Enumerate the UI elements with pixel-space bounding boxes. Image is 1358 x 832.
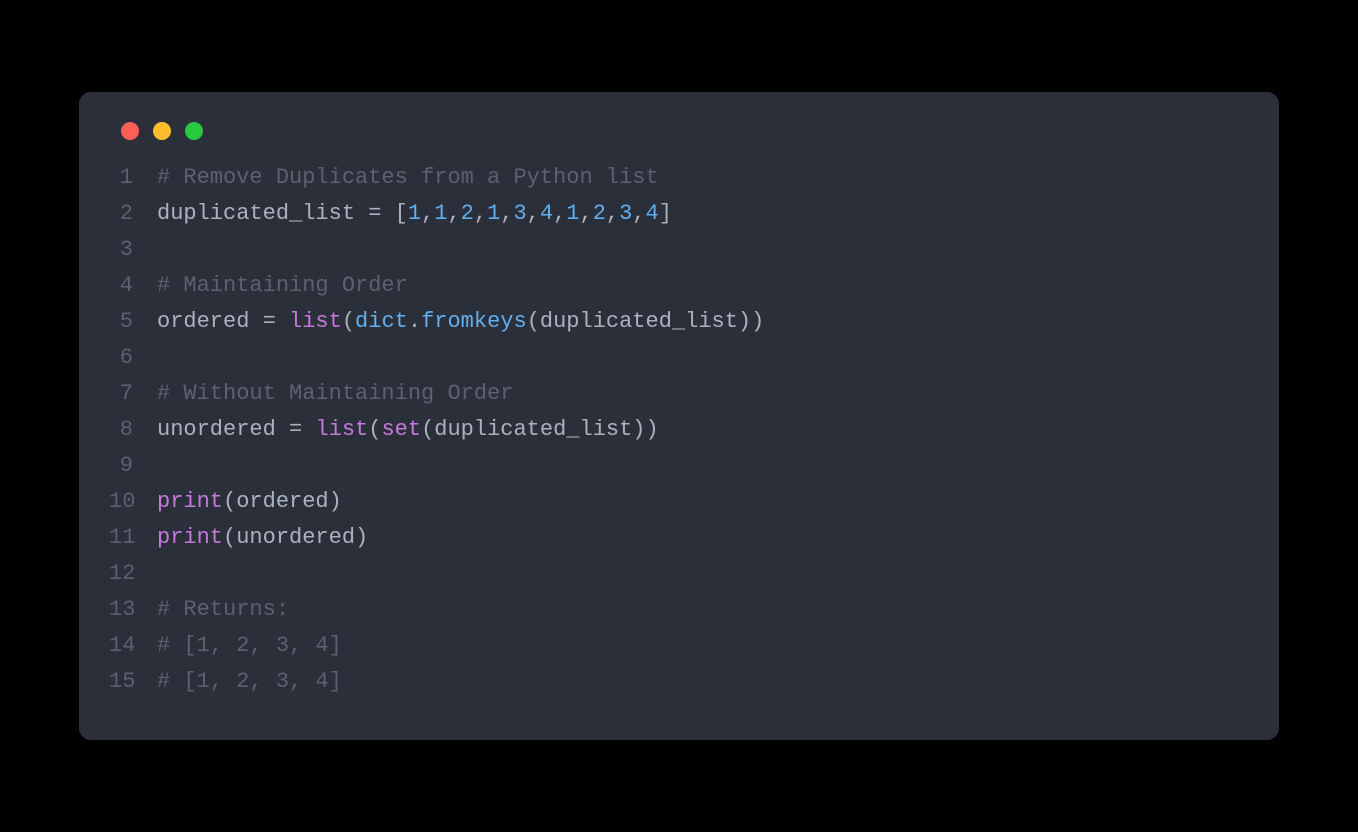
token-number: 1 bbox=[487, 201, 500, 226]
code-content[interactable]: print(ordered) bbox=[157, 484, 342, 520]
token-punct: , bbox=[421, 201, 434, 226]
code-content[interactable]: duplicated_list = [1,1,2,1,3,4,1,2,3,4] bbox=[157, 196, 672, 232]
code-line[interactable]: 9 bbox=[109, 448, 1249, 484]
line-number: 2 bbox=[109, 196, 157, 232]
code-line[interactable]: 2duplicated_list = [1,1,2,1,3,4,1,2,3,4] bbox=[109, 196, 1249, 232]
token-punct: (ordered) bbox=[223, 489, 342, 514]
token-punct: , bbox=[500, 201, 513, 226]
code-line[interactable]: 6 bbox=[109, 340, 1249, 376]
code-line[interactable]: 13# Returns: bbox=[109, 592, 1249, 628]
token-keyword: print bbox=[157, 525, 223, 550]
maximize-icon[interactable] bbox=[185, 122, 203, 140]
token-identifier: duplicated_list bbox=[157, 201, 368, 226]
token-punct: ( bbox=[368, 417, 381, 442]
token-punct: (unordered) bbox=[223, 525, 368, 550]
token-punct: , bbox=[553, 201, 566, 226]
token-punct: , bbox=[579, 201, 592, 226]
line-number: 11 bbox=[109, 520, 157, 556]
token-builtin: dict bbox=[355, 309, 408, 334]
code-content[interactable]: unordered = list(set(duplicated_list)) bbox=[157, 412, 659, 448]
code-line[interactable]: 10print(ordered) bbox=[109, 484, 1249, 520]
token-operator: = bbox=[289, 417, 315, 442]
code-content[interactable]: # Returns: bbox=[157, 592, 289, 628]
line-number: 13 bbox=[109, 592, 157, 628]
token-keyword: print bbox=[157, 489, 223, 514]
code-line[interactable]: 12 bbox=[109, 556, 1249, 592]
token-punct: ] bbox=[659, 201, 672, 226]
token-keyword: list bbox=[315, 417, 368, 442]
token-keyword: list bbox=[289, 309, 342, 334]
token-punct: , bbox=[527, 201, 540, 226]
line-number: 10 bbox=[109, 484, 157, 520]
token-keyword: set bbox=[381, 417, 421, 442]
token-identifier: unordered bbox=[157, 417, 289, 442]
line-number: 4 bbox=[109, 268, 157, 304]
token-punct: , bbox=[632, 201, 645, 226]
code-content[interactable]: print(unordered) bbox=[157, 520, 368, 556]
line-number: 1 bbox=[109, 160, 157, 196]
token-punct: , bbox=[474, 201, 487, 226]
code-content[interactable]: ordered = list(dict.fromkeys(duplicated_… bbox=[157, 304, 764, 340]
line-number: 7 bbox=[109, 376, 157, 412]
token-comment: # [1, 2, 3, 4] bbox=[157, 633, 342, 658]
line-number: 14 bbox=[109, 628, 157, 664]
token-punct: , bbox=[606, 201, 619, 226]
token-number: 2 bbox=[593, 201, 606, 226]
code-line[interactable]: 5ordered = list(dict.fromkeys(duplicated… bbox=[109, 304, 1249, 340]
code-editor[interactable]: 1# Remove Duplicates from a Python list2… bbox=[79, 160, 1279, 700]
token-punct: , bbox=[447, 201, 460, 226]
token-punct: ( bbox=[342, 309, 355, 334]
token-comment: # Maintaining Order bbox=[157, 273, 408, 298]
code-content[interactable]: # [1, 2, 3, 4] bbox=[157, 664, 342, 700]
token-number: 4 bbox=[540, 201, 553, 226]
window-titlebar bbox=[79, 122, 1279, 160]
line-number: 6 bbox=[109, 340, 157, 376]
line-number: 8 bbox=[109, 412, 157, 448]
code-window: 1# Remove Duplicates from a Python list2… bbox=[79, 92, 1279, 740]
token-punct: (duplicated_list)) bbox=[527, 309, 765, 334]
token-number: 1 bbox=[566, 201, 579, 226]
token-operator: = bbox=[368, 201, 394, 226]
token-method: fromkeys bbox=[421, 309, 527, 334]
code-line[interactable]: 15# [1, 2, 3, 4] bbox=[109, 664, 1249, 700]
code-line[interactable]: 7# Without Maintaining Order bbox=[109, 376, 1249, 412]
code-content[interactable]: # Maintaining Order bbox=[157, 268, 408, 304]
code-line[interactable]: 4# Maintaining Order bbox=[109, 268, 1249, 304]
line-number: 9 bbox=[109, 448, 157, 484]
line-number: 5 bbox=[109, 304, 157, 340]
code-line[interactable]: 8unordered = list(set(duplicated_list)) bbox=[109, 412, 1249, 448]
token-operator: = bbox=[263, 309, 289, 334]
token-number: 4 bbox=[646, 201, 659, 226]
token-comment: # [1, 2, 3, 4] bbox=[157, 669, 342, 694]
code-line[interactable]: 14# [1, 2, 3, 4] bbox=[109, 628, 1249, 664]
token-comment: # Returns: bbox=[157, 597, 289, 622]
token-number: 3 bbox=[513, 201, 526, 226]
token-punct: . bbox=[408, 309, 421, 334]
token-punct: [ bbox=[395, 201, 408, 226]
token-number: 3 bbox=[619, 201, 632, 226]
code-line[interactable]: 11print(unordered) bbox=[109, 520, 1249, 556]
code-content[interactable]: # [1, 2, 3, 4] bbox=[157, 628, 342, 664]
token-comment: # Without Maintaining Order bbox=[157, 381, 513, 406]
minimize-icon[interactable] bbox=[153, 122, 171, 140]
line-number: 12 bbox=[109, 556, 157, 592]
token-number: 1 bbox=[408, 201, 421, 226]
token-comment: # Remove Duplicates from a Python list bbox=[157, 165, 659, 190]
token-number: 1 bbox=[434, 201, 447, 226]
token-number: 2 bbox=[461, 201, 474, 226]
code-line[interactable]: 3 bbox=[109, 232, 1249, 268]
close-icon[interactable] bbox=[121, 122, 139, 140]
token-punct: (duplicated_list)) bbox=[421, 417, 659, 442]
code-content[interactable]: # Remove Duplicates from a Python list bbox=[157, 160, 659, 196]
code-line[interactable]: 1# Remove Duplicates from a Python list bbox=[109, 160, 1249, 196]
line-number: 15 bbox=[109, 664, 157, 700]
line-number: 3 bbox=[109, 232, 157, 268]
code-content[interactable]: # Without Maintaining Order bbox=[157, 376, 513, 412]
token-identifier: ordered bbox=[157, 309, 263, 334]
